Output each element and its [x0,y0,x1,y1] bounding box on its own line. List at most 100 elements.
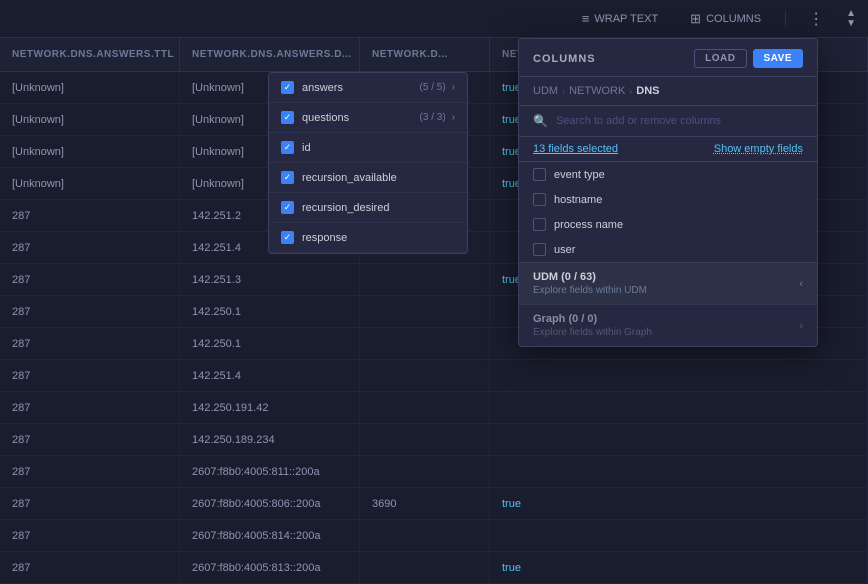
group-title: Graph (0 / 0) [533,313,652,325]
dns-field-checkbox[interactable] [281,201,294,214]
expand-icon[interactable]: › [452,82,455,93]
breadcrumb-arrow-2: › [629,86,632,96]
cell-ttl: 287 [0,488,180,519]
field-label: user [554,244,575,256]
cell-ttl: [Unknown] [0,104,180,135]
breadcrumb: UDM › NETWORK › DNS [519,77,817,106]
cell-network-d: 3690 [360,488,490,519]
cell-ttl: 287 [0,392,180,423]
fields-selected-count[interactable]: 13 fields selected [533,143,618,155]
cell-ttl: [Unknown] [0,168,180,199]
toolbar-separator [785,11,786,27]
field-label: hostname [554,194,602,206]
table-row: 287 2607:f8b0:4005:811::200a [0,456,868,488]
save-button[interactable]: SAVE [753,49,804,68]
cell-ttl: 287 [0,456,180,487]
cell-recur [490,360,868,391]
dns-field-label: questions [302,112,349,124]
col-header-network-d: NETWORK.D... [360,38,490,71]
table-row: 287 142.251.4 [0,360,868,392]
group-header: UDM (0 / 63) Explore fields within UDM ‹ [533,271,803,296]
cell-recur [490,456,868,487]
table-row: 287 142.250.191.42 [0,392,868,424]
dns-field-checkbox[interactable] [281,171,294,184]
cell-answers-d: 2607:f8b0:4005:811::200a [180,456,360,487]
field-item[interactable]: user [519,237,817,262]
search-icon: 🔍 [533,114,548,128]
cell-answers-d: 2607:f8b0:4005:814::200a [180,520,360,551]
table-row: 287 2607:f8b0:4005:813::200a true [0,552,868,584]
cell-network-d [360,424,490,455]
dns-field-count: (3 / 3) [420,112,446,123]
cell-recur: true [490,488,868,519]
group-subtitle: Explore fields within Graph [533,327,652,338]
field-checkbox[interactable] [533,193,546,206]
dns-field-label: answers [302,82,343,94]
search-input[interactable] [556,115,803,127]
dns-field-checkbox[interactable] [281,231,294,244]
group-subtitle: Explore fields within UDM [533,285,647,296]
search-bar: 🔍 [519,106,817,137]
wrap-text-button[interactable]: ≡ WRAP TEXT [574,7,666,30]
cell-answers-d: 142.250.189.234 [180,424,360,455]
cell-network-d [360,456,490,487]
field-item[interactable]: event type [519,162,817,187]
columns-button[interactable]: ⊞ COLUMNS [682,7,769,31]
cell-recur [490,424,868,455]
cell-ttl: 287 [0,264,180,295]
field-checkbox[interactable] [533,168,546,181]
table-row: 287 2607:f8b0:4005:806::200a 3690 true [0,488,868,520]
breadcrumb-root[interactable]: UDM [533,85,558,97]
columns-panel-title: COLUMNS [533,53,596,65]
dns-field-item[interactable]: response [269,223,467,253]
more-options-button[interactable]: ⋮ [802,5,830,33]
cell-answers-d: 142.251.3 [180,264,360,295]
col-header-ttl: NETWORK.DNS.ANSWERS.TTL [0,38,180,71]
field-item[interactable]: process name [519,212,817,237]
dns-field-checkbox[interactable] [281,81,294,94]
cell-ttl: 287 [0,360,180,391]
dns-field-item[interactable]: recursion_available [269,163,467,193]
cell-network-d [360,264,490,295]
wrap-text-label: WRAP TEXT [594,13,658,25]
cell-network-d [360,392,490,423]
group-chevron-icon: › [799,320,803,332]
columns-label: COLUMNS [706,13,761,25]
field-checkbox[interactable] [533,243,546,256]
breadcrumb-arrow-1: › [562,86,565,96]
field-label: process name [554,219,623,231]
dns-field-item[interactable]: questions (3 / 3) › [269,103,467,133]
scroll-arrows[interactable]: ▲ ▼ [846,9,856,29]
dns-field-checkbox[interactable] [281,111,294,124]
dns-field-checkbox[interactable] [281,141,294,154]
columns-panel-actions: LOAD SAVE [694,49,803,68]
cell-ttl: 287 [0,296,180,327]
table-row: 287 2607:f8b0:4005:814::200a [0,520,868,552]
dns-field-item[interactable]: answers (5 / 5) › [269,73,467,103]
dns-field-label: response [302,232,347,244]
breadcrumb-level2[interactable]: DNS [636,85,659,97]
expand-icon[interactable]: › [452,112,455,123]
field-checkbox[interactable] [533,218,546,231]
columns-panel: COLUMNS LOAD SAVE UDM › NETWORK › DNS 🔍 … [518,38,818,347]
dns-field-item[interactable]: recursion_desired [269,193,467,223]
cell-network-d [360,328,490,359]
cell-network-d [360,360,490,391]
cell-answers-d: 142.250.1 [180,296,360,327]
load-button[interactable]: LOAD [694,49,746,68]
cell-answers-d: 142.251.4 [180,360,360,391]
field-item[interactable]: hostname [519,187,817,212]
cell-ttl: 287 [0,520,180,551]
groups-list: UDM (0 / 63) Explore fields within UDM ‹… [519,262,817,346]
group-item-0[interactable]: UDM (0 / 63) Explore fields within UDM ‹ [519,262,817,304]
dns-field-item[interactable]: id [269,133,467,163]
breadcrumb-level1[interactable]: NETWORK [569,85,625,97]
cell-network-d [360,520,490,551]
cell-answers-d: 2607:f8b0:4005:813::200a [180,552,360,583]
cell-network-d [360,552,490,583]
dns-field-label: id [302,142,311,154]
show-empty-fields-toggle[interactable]: Show empty fields [714,143,803,155]
group-item-1[interactable]: Graph (0 / 0) Explore fields within Grap… [519,304,817,346]
dns-field-label: recursion_available [302,172,397,184]
columns-panel-header: COLUMNS LOAD SAVE [519,39,817,77]
